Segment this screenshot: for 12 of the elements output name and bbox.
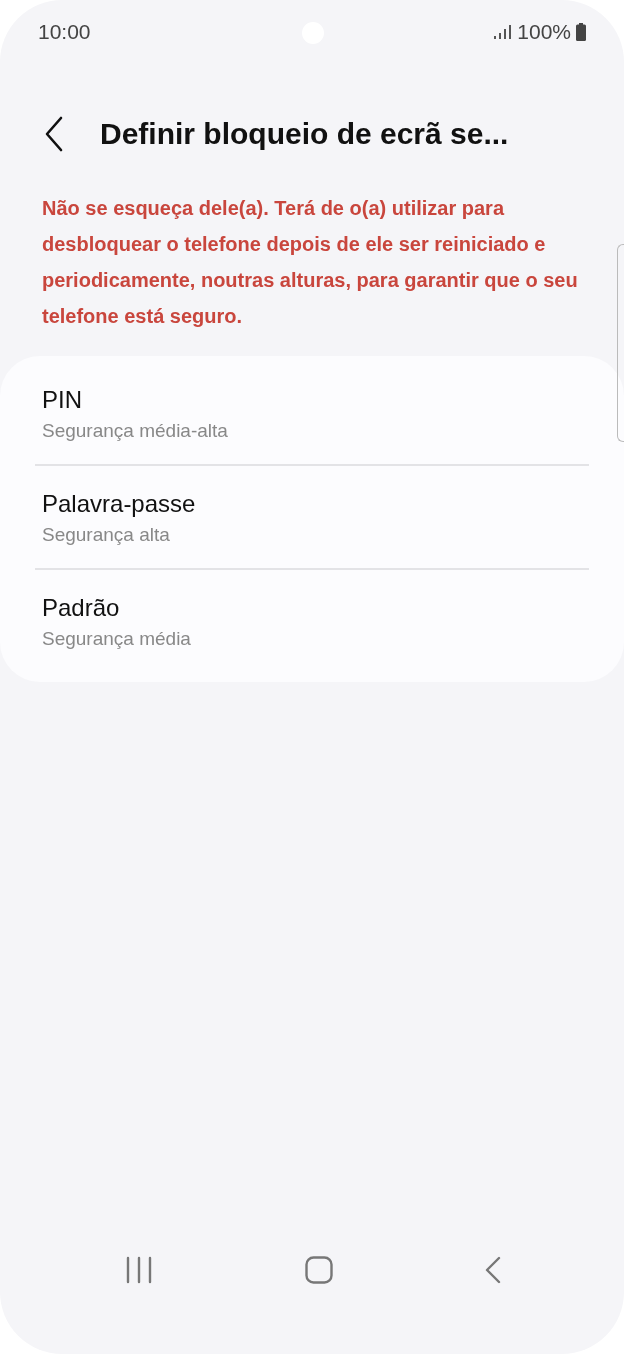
page-title: Definir bloqueio de ecrã se... [100, 117, 509, 151]
option-item[interactable]: Padrão Segurança média [0, 570, 624, 672]
warning-text: Não se esqueça dele(a). Terá de o(a) utilizar para desbloquear o telefone depois de ele ser reiniciado e periodicamente, noutras alturas, para garantir que o seu telefone está seguro. [42, 196, 579, 329]
battery-icon [576, 23, 586, 41]
battery-percent: 100% [517, 20, 571, 44]
back-icon[interactable] [485, 1256, 501, 1284]
recent-apps-icon[interactable] [126, 1256, 152, 1284]
signal-icon [494, 25, 513, 39]
option-item[interactable]: PIN Segurança média-alta [0, 362, 624, 464]
home-icon[interactable] [304, 1256, 333, 1284]
option-item[interactable]: Palavra-passe Segurança alta [0, 466, 624, 568]
status-time: 10:00 [38, 20, 91, 44]
